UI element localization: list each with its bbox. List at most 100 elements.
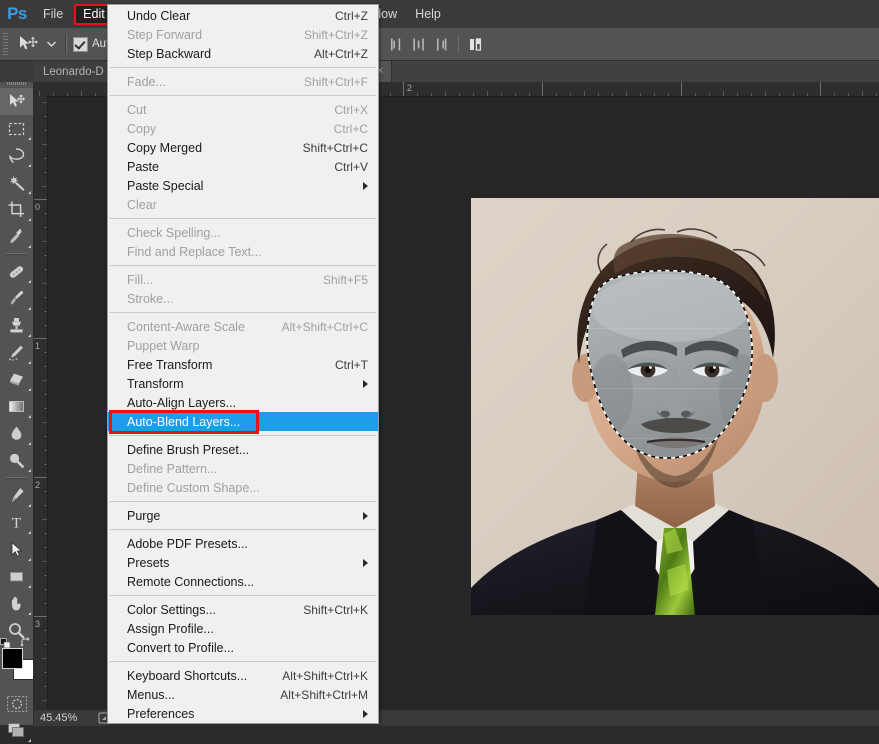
auto-select-checkbox-box[interactable] xyxy=(73,37,88,52)
ruler-v-label-0: 0 xyxy=(35,202,40,212)
zoom-level-value[interactable]: 45.45% xyxy=(33,712,92,724)
edit-menu-item-define-pattern-label: Define Pattern... xyxy=(127,462,368,476)
menu-help[interactable]: Help xyxy=(406,0,450,28)
tool-lasso[interactable] xyxy=(0,142,33,169)
edit-menu-item-remote-connections[interactable]: Remote Connections... xyxy=(108,572,378,591)
edit-menu-item-auto-align-layers[interactable]: Auto-Align Layers... xyxy=(108,393,378,412)
edit-menu-item-content-aware-scale-shortcut: Alt+Shift+Ctrl+C xyxy=(264,320,368,334)
edit-menu-item-color-settings[interactable]: Color Settings...Shift+Ctrl+K xyxy=(108,600,378,619)
edit-menu-item-content-aware-scale-label: Content-Aware Scale xyxy=(127,320,264,334)
edit-menu-item-define-brush-preset-label: Define Brush Preset... xyxy=(127,443,368,457)
tools-panel[interactable]: T xyxy=(0,61,34,725)
tool-clone-stamp[interactable] xyxy=(0,312,33,339)
edit-menu-item-define-custom-shape-label: Define Custom Shape... xyxy=(127,481,368,495)
tool-history-brush[interactable] xyxy=(0,339,33,366)
options-bar-drag-handle[interactable] xyxy=(0,28,11,60)
edit-menu-dropdown[interactable]: Undo ClearCtrl+Z Step ForwardShift+Ctrl+Z… xyxy=(107,4,379,724)
edit-menu-item-keyboard-shortcuts-label: Keyboard Shortcuts... xyxy=(127,669,264,683)
edit-menu-item-define-brush-preset[interactable]: Define Brush Preset... xyxy=(108,440,378,459)
edit-menu-item-purge-label: Purge xyxy=(127,509,353,523)
tool-rectangle[interactable] xyxy=(0,563,33,590)
auto-align-layers-icon[interactable] xyxy=(464,32,487,56)
tool-healing-brush[interactable] xyxy=(0,258,33,285)
ruler-v-label-2: 2 xyxy=(35,480,40,490)
submenu-arrow-icon xyxy=(363,710,368,718)
tool-preset-chevron-down-icon[interactable] xyxy=(43,32,59,56)
edit-menu-item-copy-merged[interactable]: Copy MergedShift+Ctrl+C xyxy=(108,138,378,157)
edit-menu-item-assign-profile[interactable]: Assign Profile... xyxy=(108,619,378,638)
edit-menu-item-step-backward[interactable]: Step BackwardAlt+Ctrl+Z xyxy=(108,44,378,63)
tool-eraser[interactable] xyxy=(0,366,33,393)
menu-file[interactable]: File xyxy=(34,0,72,28)
tool-move[interactable] xyxy=(0,88,33,115)
edit-menu-item-presets[interactable]: Presets xyxy=(108,553,378,572)
quick-mask-toggle[interactable] xyxy=(0,690,33,717)
edit-menu-item-paste[interactable]: PasteCtrl+V xyxy=(108,157,378,176)
edit-menu-item-convert-to-profile[interactable]: Convert to Profile... xyxy=(108,638,378,657)
tool-hand[interactable] xyxy=(0,590,33,617)
tool-gradient[interactable] xyxy=(0,393,33,420)
edit-menu-item-step-forward-label: Step Forward xyxy=(127,28,286,42)
edit-menu-item-menus[interactable]: Menus...Alt+Shift+Ctrl+M xyxy=(108,685,378,704)
edit-menu-item-define-pattern: Define Pattern... xyxy=(108,459,378,478)
document-tab-leonardo-title: Leonardo-D xyxy=(43,66,104,78)
svg-text:T: T xyxy=(12,515,21,531)
edit-menu-item-cut-label: Cut xyxy=(127,103,316,117)
tool-type[interactable]: T xyxy=(0,509,33,536)
edit-menu-item-auto-blend-layers[interactable]: Auto-Blend Layers... xyxy=(108,412,378,431)
distribute-horizontal-centers-icon[interactable] xyxy=(407,32,430,56)
edit-menu-item-paste-label: Paste xyxy=(127,160,316,174)
edit-menu-item-fade-label: Fade... xyxy=(127,75,286,89)
edit-menu-item-copy-merged-shortcut: Shift+Ctrl+C xyxy=(285,141,368,155)
tool-eyedropper[interactable] xyxy=(0,223,33,250)
edit-menu-item-keyboard-shortcuts[interactable]: Keyboard Shortcuts...Alt+Shift+Ctrl+K xyxy=(108,666,378,685)
submenu-arrow-icon xyxy=(363,380,368,388)
tool-brush[interactable] xyxy=(0,285,33,312)
tool-dodge[interactable] xyxy=(0,447,33,474)
ruler-v-label-1: 1 xyxy=(35,341,40,351)
edit-menu-item-undo-clear[interactable]: Undo ClearCtrl+Z xyxy=(108,6,378,25)
tool-blur[interactable] xyxy=(0,420,33,447)
edit-menu-item-paste-shortcut: Ctrl+V xyxy=(316,160,368,174)
edit-menu-item-presets-label: Presets xyxy=(127,556,353,570)
edit-menu-item-undo-clear-shortcut: Ctrl+Z xyxy=(317,9,368,23)
edit-menu-item-free-transform-label: Free Transform xyxy=(127,358,317,372)
color-swatches[interactable] xyxy=(0,646,33,686)
edit-menu-item-assign-profile-label: Assign Profile... xyxy=(127,622,368,636)
edit-menu-item-free-transform-shortcut: Ctrl+T xyxy=(317,358,368,372)
distribute-left-edges-icon[interactable] xyxy=(384,32,407,56)
photoshop-logo: Ps xyxy=(0,0,34,28)
edit-menu-item-fade-shortcut: Shift+Ctrl+F xyxy=(286,75,368,89)
edit-menu-item-preferences[interactable]: Preferences xyxy=(108,704,378,723)
tab-bar-filler xyxy=(392,61,879,82)
edit-menu-item-fade: Fade...Shift+Ctrl+F xyxy=(108,72,378,91)
portrait-photo xyxy=(471,198,879,615)
edit-menu-item-remote-connections-label: Remote Connections... xyxy=(127,575,368,589)
edit-menu-item-find-and-replace-text: Find and Replace Text... xyxy=(108,242,378,261)
edit-menu-item-check-spelling: Check Spelling... xyxy=(108,223,378,242)
foreground-color-swatch[interactable] xyxy=(2,648,23,669)
tool-crop[interactable] xyxy=(0,196,33,223)
edit-menu-separator xyxy=(110,435,376,436)
edit-menu-item-stroke-label: Stroke... xyxy=(127,292,368,306)
edit-menu-item-auto-blend-layers-label: Auto-Blend Layers... xyxy=(127,415,368,429)
tool-rectangular-marquee[interactable] xyxy=(0,115,33,142)
edit-menu-item-adobe-pdf-presets[interactable]: Adobe PDF Presets... xyxy=(108,534,378,553)
document-canvas[interactable] xyxy=(471,198,879,615)
edit-menu-item-preferences-label: Preferences xyxy=(127,707,353,721)
tool-pen[interactable] xyxy=(0,482,33,509)
submenu-arrow-icon xyxy=(363,182,368,190)
edit-menu-item-transform[interactable]: Transform xyxy=(108,374,378,393)
screen-mode-button[interactable] xyxy=(0,717,33,744)
edit-menu-item-step-forward-shortcut: Shift+Ctrl+Z xyxy=(286,28,368,42)
edit-menu-item-cut: CutCtrl+X xyxy=(108,100,378,119)
edit-menu-item-free-transform[interactable]: Free TransformCtrl+T xyxy=(108,355,378,374)
current-tool-preset-move-icon[interactable] xyxy=(13,32,43,56)
tool-path-selection[interactable] xyxy=(0,536,33,563)
edit-menu-item-puppet-warp-label: Puppet Warp xyxy=(127,339,368,353)
edit-menu-item-purge[interactable]: Purge xyxy=(108,506,378,525)
distribute-right-edges-icon[interactable] xyxy=(430,32,453,56)
submenu-arrow-icon xyxy=(363,559,368,567)
edit-menu-item-paste-special[interactable]: Paste Special xyxy=(108,176,378,195)
tool-magic-wand[interactable] xyxy=(0,169,33,196)
